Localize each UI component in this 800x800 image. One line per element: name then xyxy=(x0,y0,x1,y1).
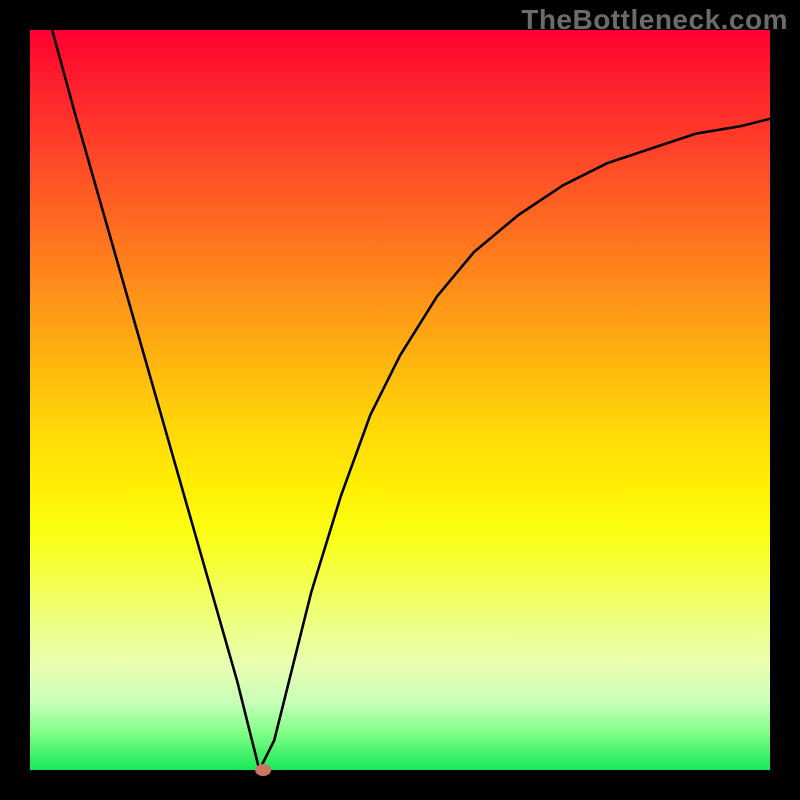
bottleneck-curve-line xyxy=(52,30,770,770)
optimum-marker xyxy=(255,764,271,776)
chart-frame: TheBottleneck.com xyxy=(0,0,800,800)
chart-svg xyxy=(30,30,770,770)
